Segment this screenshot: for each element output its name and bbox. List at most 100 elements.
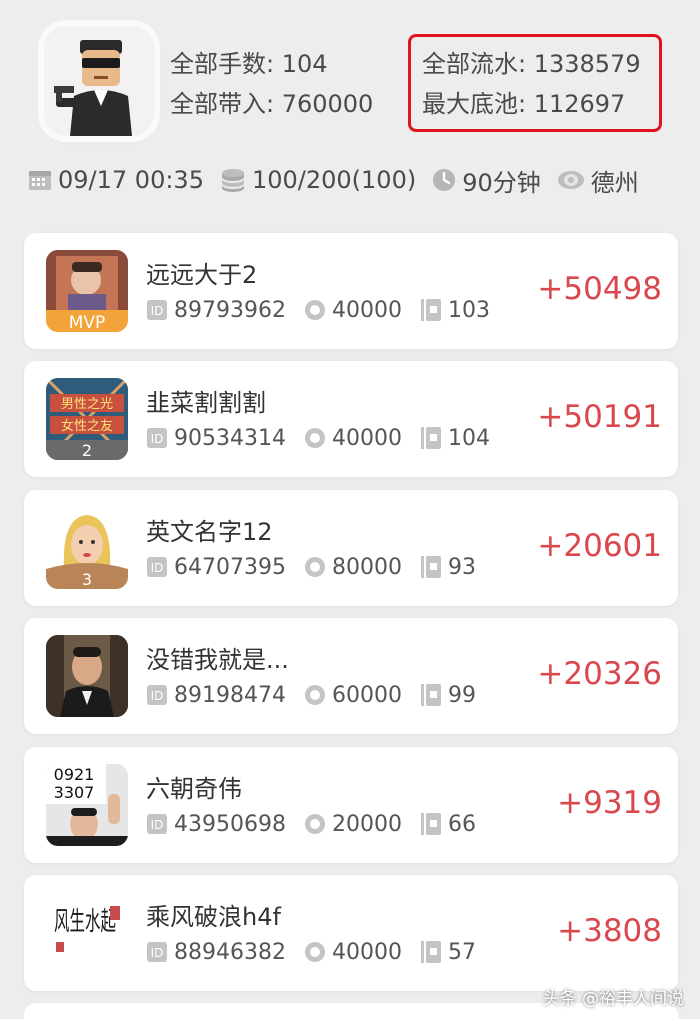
player-name: 英文名字12 xyxy=(146,518,273,546)
player-score: +20601 xyxy=(537,528,662,564)
player-avatar: 0921 3307 xyxy=(46,764,128,846)
player-avatar: 3 xyxy=(46,507,128,589)
player-score: +9319 xyxy=(557,785,662,821)
player-score: +50191 xyxy=(537,399,662,435)
player-id: ID 89793962 xyxy=(146,298,286,323)
red-highlight-box xyxy=(408,34,662,132)
cards-icon xyxy=(420,556,441,578)
agent-character-icon xyxy=(44,26,154,136)
cards-icon xyxy=(420,941,441,963)
player-score: +3808 xyxy=(557,913,662,949)
player-score: +50498 xyxy=(537,271,662,307)
watermark-text: 头条 @裕丰人间说 xyxy=(542,989,684,1009)
player-avatar xyxy=(46,635,128,717)
player-info-row: ID 64707395 80000 93 xyxy=(146,552,494,582)
total-buyin-stat: 全部带入: 760000 xyxy=(170,90,374,118)
player-info-row: ID 90534314 40000 104 xyxy=(146,423,508,453)
player-buyin: 80000 xyxy=(304,555,402,580)
player-buyin: 20000 xyxy=(304,812,402,837)
id-icon: ID xyxy=(147,557,167,577)
meta-blinds: 100/200(100) xyxy=(220,166,416,194)
id-icon: ID xyxy=(147,685,167,705)
avatar-sign-text: 男性之光 xyxy=(61,397,113,412)
meta-datetime: 09/17 00:35 xyxy=(28,166,204,194)
meta-game: 德州 xyxy=(557,163,639,198)
svg-text:ID: ID xyxy=(151,432,164,446)
id-icon: ID xyxy=(147,300,167,320)
player-name: 六朝奇伟 xyxy=(146,775,242,803)
svg-text:ID: ID xyxy=(151,946,164,960)
clock-icon xyxy=(433,169,456,191)
id-icon: ID xyxy=(147,942,167,962)
player-card[interactable]: 3 英文名字12 ID 64707395 80000 93 +20601 xyxy=(24,490,678,606)
player-hands: 93 xyxy=(420,555,476,580)
calendar-icon xyxy=(29,171,51,190)
meta-duration: 90分钟 xyxy=(432,163,541,198)
cards-icon xyxy=(420,684,441,706)
avatar-sign-text: 3307 xyxy=(54,783,95,802)
player-buyin: 40000 xyxy=(304,940,402,965)
player-name: 韭菜割割割 xyxy=(146,389,266,417)
chip-icon xyxy=(304,814,325,834)
avatar-calligraphy-text: 风生水起 xyxy=(54,907,116,937)
cards-icon xyxy=(420,299,441,321)
id-icon: ID xyxy=(147,428,167,448)
player-hands: 104 xyxy=(420,426,490,451)
chip-icon xyxy=(304,557,325,577)
svg-text:ID: ID xyxy=(151,689,164,703)
mvp-badge: MVP xyxy=(69,313,106,332)
player-card[interactable]: 没错我就是... ID 89198474 60000 99 +20326 xyxy=(24,618,678,734)
player-info-row: ID 88946382 40000 57 xyxy=(146,937,494,967)
svg-text:ID: ID xyxy=(151,561,164,575)
player-card[interactable]: MVP 远远大于2 ID 89793962 40000 103 +50498 xyxy=(24,233,678,349)
player-buyin: 40000 xyxy=(304,298,402,323)
player-hands: 57 xyxy=(420,940,476,965)
player-buyin: 60000 xyxy=(304,683,402,708)
total-hands-stat: 全部手数: 104 xyxy=(170,50,328,78)
duration-text: 90分钟 xyxy=(462,168,541,197)
coins-stack-icon xyxy=(221,169,244,192)
player-hands: 66 xyxy=(420,812,476,837)
svg-text:ID: ID xyxy=(151,818,164,832)
cards-icon xyxy=(420,427,441,449)
player-avatar: MVP xyxy=(46,250,128,332)
chip-icon xyxy=(304,942,325,962)
id-icon: ID xyxy=(147,814,167,834)
game-summary-header: 全部手数: 104 全部带入: 760000 全部流水: 1338579 最大底… xyxy=(0,0,700,222)
player-name: 远远大于2 xyxy=(146,261,258,289)
avatar-sign-text: 0921 xyxy=(54,765,95,784)
game-record-page: 全部手数: 104 全部带入: 760000 全部流水: 1338579 最大底… xyxy=(0,0,700,1019)
player-name: 乘风破浪h4f xyxy=(146,903,281,931)
player-id: ID 88946382 xyxy=(146,940,286,965)
player-card[interactable]: 男性之光 女性之友 2 韭菜割割割 ID 90534314 40000 104 … xyxy=(24,361,678,477)
blinds-text: 100/200(100) xyxy=(251,166,417,194)
player-buyin: 40000 xyxy=(304,426,402,451)
player-score: +20326 xyxy=(537,656,662,692)
player-avatar: 男性之光 女性之友 2 xyxy=(46,378,128,460)
player-name: 没错我就是... xyxy=(146,646,289,674)
player-id: ID 64707395 xyxy=(146,555,286,580)
player-avatar: 风生水起 xyxy=(46,892,128,974)
svg-text:ID: ID xyxy=(151,304,164,318)
game-type-text: 德州 xyxy=(590,168,639,197)
player-card[interactable]: 0921 3307 六朝奇伟 ID 43950698 20000 66 +931… xyxy=(24,747,678,863)
chip-icon xyxy=(304,428,325,448)
player-info-row: ID 89793962 40000 103 xyxy=(146,295,508,325)
datetime-text: 09/17 00:35 xyxy=(58,166,204,194)
eye-icon xyxy=(557,171,584,189)
rank-badge: 2 xyxy=(82,441,92,460)
rank-badge: 3 xyxy=(82,570,92,589)
player-card[interactable]: 风生水起 乘风破浪h4f ID 88946382 40000 57 +3808 xyxy=(24,875,678,991)
player-hands: 103 xyxy=(420,298,490,323)
player-id: ID 43950698 xyxy=(146,812,286,837)
game-meta-row: 09/17 00:35 100/200(100) 90分钟 德州 xyxy=(28,163,655,197)
avatar-sign-text: 女性之友 xyxy=(61,418,113,434)
cards-icon xyxy=(420,813,441,835)
chip-icon xyxy=(304,300,325,320)
player-hands: 99 xyxy=(420,683,476,708)
player-info-row: ID 43950698 20000 66 xyxy=(146,809,494,839)
player-id: ID 90534314 xyxy=(146,426,286,451)
player-id: ID 89198474 xyxy=(146,683,286,708)
player-info-row: ID 89198474 60000 99 xyxy=(146,680,494,710)
chip-icon xyxy=(304,685,325,705)
